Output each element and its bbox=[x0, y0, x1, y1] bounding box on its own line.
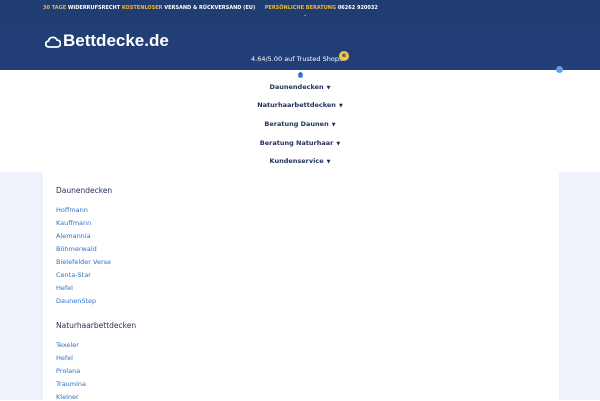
floating-badge-icon[interactable] bbox=[556, 66, 563, 73]
trusted-shops-rating[interactable]: 4.64/5.00 auf Trusted Shops bbox=[251, 55, 342, 63]
nav-item-naturhaarbettdecken[interactable]: Naturhaarbettdecken ▼ bbox=[0, 101, 600, 109]
link-boehmerwald[interactable]: Böhmerwald bbox=[56, 245, 97, 253]
link-hefel[interactable]: Hefel bbox=[56, 354, 73, 362]
caret-down-icon: ▼ bbox=[331, 122, 336, 128]
usp-days: 30 TAGE bbox=[43, 5, 67, 11]
link-texeler[interactable]: Texeler bbox=[56, 341, 79, 349]
link-daunenstep[interactable]: DaunenStep bbox=[56, 297, 96, 305]
usp-beratung: PERSÖNLICHE BERATUNG bbox=[264, 5, 337, 11]
chevron-down-icon[interactable]: ⌄ bbox=[303, 12, 307, 18]
usp-versand: VERSAND & RÜCKVERSAND (EU) bbox=[164, 5, 256, 11]
caret-down-icon: ▼ bbox=[326, 159, 331, 165]
home-icon[interactable] bbox=[297, 71, 304, 78]
nav-item-kundenservice[interactable]: Kundenservice ▼ bbox=[0, 157, 600, 165]
link-hoffmann[interactable]: Hoffmann bbox=[56, 206, 88, 214]
content-area: Daunendecken Hoffmann Kauffmann Alemanni… bbox=[0, 172, 600, 401]
link-kauffmann[interactable]: Kauffmann bbox=[56, 219, 91, 227]
caret-down-icon: ▼ bbox=[326, 85, 331, 91]
nav-item-beratung-naturhaar[interactable]: Beratung Naturhaar ▼ bbox=[0, 139, 600, 147]
usp-line: 30 TAGE WIDERRUFSRECHT KOSTENLOSER VERSA… bbox=[43, 5, 378, 11]
usp-kostenlos: KOSTENLOSER bbox=[121, 5, 163, 11]
nav-item-beratung-daunen[interactable]: Beratung Daunen ▼ bbox=[0, 120, 600, 128]
phone-link[interactable]: 06262 920032 bbox=[338, 5, 378, 11]
nav-item-daunendecken[interactable]: Daunendecken ▼ bbox=[0, 83, 600, 91]
logo-text: Bettdecke.de bbox=[63, 31, 169, 50]
usp-widerruf: WIDERRUFSRECHT bbox=[67, 5, 121, 11]
caret-down-icon: ▼ bbox=[336, 141, 341, 147]
link-alemannia[interactable]: Alemannia bbox=[56, 232, 91, 240]
site-logo[interactable]: Bettdecke.de bbox=[45, 31, 169, 51]
link-centa-star[interactable]: Centa-Star bbox=[56, 271, 91, 279]
top-info-bar: 30 TAGE WIDERRUFSRECHT KOSTENLOSER VERSA… bbox=[0, 0, 600, 22]
section-title-naturhaarbettdecken: Naturhaarbettdecken bbox=[56, 321, 137, 330]
site-header: Bettdecke.de 4.64/5.00 auf Trusted Shops… bbox=[0, 22, 600, 70]
caret-down-icon: ▼ bbox=[338, 103, 343, 109]
trusted-shops-seal-icon[interactable]: e bbox=[339, 51, 349, 61]
cloud-logo-icon bbox=[45, 36, 61, 48]
main-navigation: Daunendecken ▼ Naturhaarbettdecken ▼ Berat… bbox=[0, 66, 600, 172]
section-title-daunendecken: Daunendecken bbox=[56, 186, 113, 195]
link-hefel[interactable]: Hefel bbox=[56, 284, 73, 292]
link-traumina[interactable]: Traumina bbox=[56, 380, 86, 388]
link-prolana[interactable]: Prolana bbox=[56, 367, 80, 375]
link-bielefelder-verse[interactable]: Bielefelder Verse bbox=[56, 258, 111, 266]
category-panel: Daunendecken Hoffmann Kauffmann Alemanni… bbox=[43, 172, 559, 401]
